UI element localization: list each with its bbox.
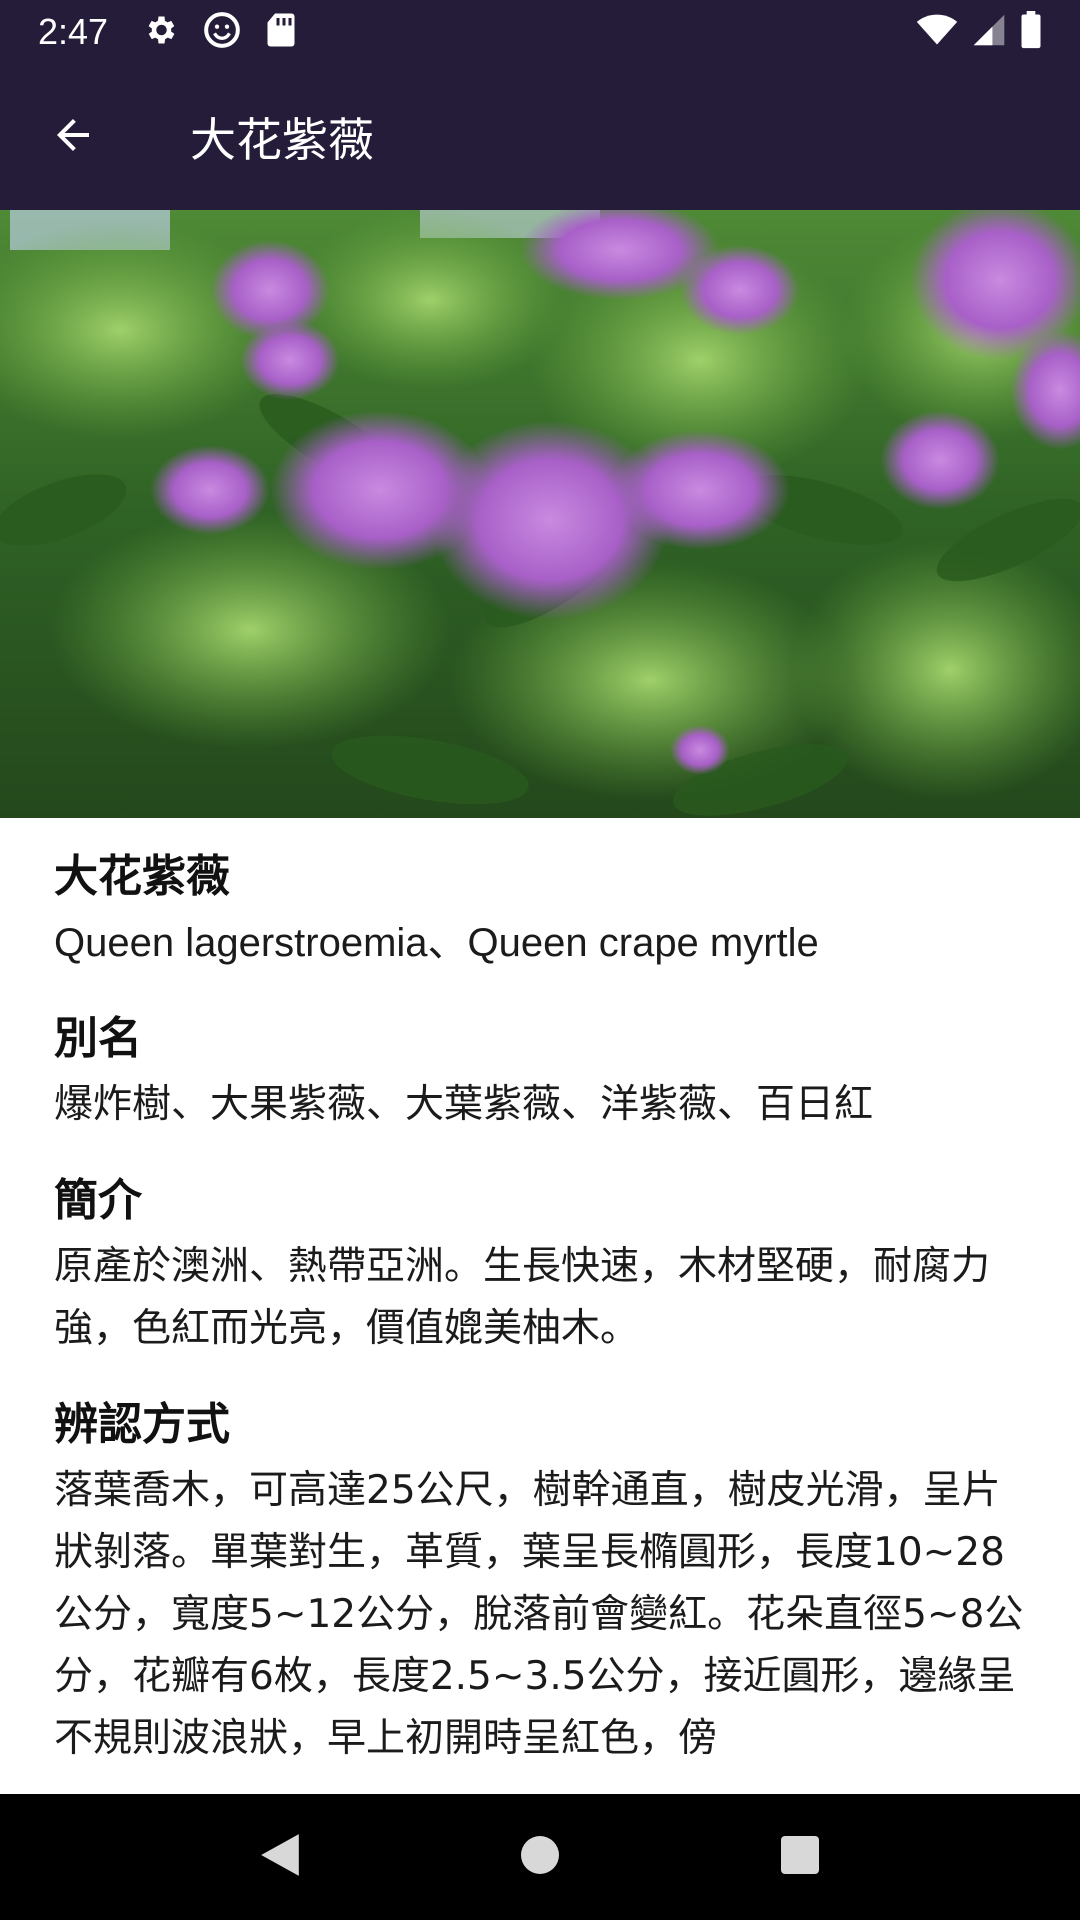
app-title: 大花紫薇 [190, 112, 374, 167]
section-identification: 辨認方式 落葉喬木，可高達25公尺，樹幹通直，樹皮光滑，呈片狀剝落。單葉對生，革… [54, 1394, 1026, 1770]
status-time: 2:47 [38, 10, 109, 52]
arrow-left-icon [49, 111, 97, 163]
back-button[interactable] [18, 82, 128, 192]
plant-photo [0, 210, 1080, 818]
section-alias: 別名 爆炸樹、大果紫薇、大葉紫薇、洋紫薇、百日紅 [54, 1008, 1026, 1136]
wifi-icon [916, 13, 958, 51]
back-triangle-icon [259, 1832, 301, 1882]
section-heading: 別名 [54, 1013, 142, 1064]
section-name: 大花紫薇 Queen lagerstroemia、Queen crape myr… [54, 846, 1026, 974]
nav-home-button[interactable] [495, 1812, 585, 1902]
status-bar: 2:47 [0, 0, 1080, 63]
app-bar: 大花紫薇 [0, 63, 1080, 210]
section-body: 原產於澳洲、熱帶亞洲。生長快速，木材堅硬，耐腐力強，色紅而光亮，價值媲美柚木。 [54, 1244, 991, 1351]
sd-card-icon [266, 12, 296, 52]
section-heading: 辨認方式 [54, 1399, 230, 1450]
status-icons-left [142, 10, 296, 54]
section-body: 爆炸樹、大果紫薇、大葉紫薇、洋紫薇、百日紅 [54, 1082, 874, 1127]
recents-square-icon [780, 1835, 820, 1879]
status-icons-right [916, 10, 1042, 53]
section-body: Queen lagerstroemia、Queen crape myrtle [54, 921, 819, 965]
nav-recents-button[interactable] [755, 1812, 845, 1902]
battery-icon [1020, 10, 1042, 53]
section-heading: 大花紫薇 [54, 851, 230, 902]
nav-back-button[interactable] [235, 1812, 325, 1902]
section-heading: 簡介 [54, 1175, 142, 1226]
screen: 2:47 大花紫薇 大花紫薇 Queen lagerstroemia、Queen… [0, 0, 1080, 1920]
content-scroll[interactable]: 大花紫薇 Queen lagerstroemia、Queen crape myr… [0, 818, 1080, 1794]
section-intro: 簡介 原產於澳洲、熱帶亞洲。生長快速，木材堅硬，耐腐力強，色紅而光亮，價值媲美柚… [54, 1170, 1026, 1360]
smiley-icon [202, 10, 242, 54]
section-body: 落葉喬木，可高達25公尺，樹幹通直，樹皮光滑，呈片狀剝落。單葉對生，革質，葉呈長… [54, 1468, 1024, 1761]
nav-bar [0, 1794, 1080, 1920]
settings-icon [142, 12, 178, 52]
signal-icon [972, 13, 1006, 51]
home-circle-icon [520, 1835, 560, 1879]
